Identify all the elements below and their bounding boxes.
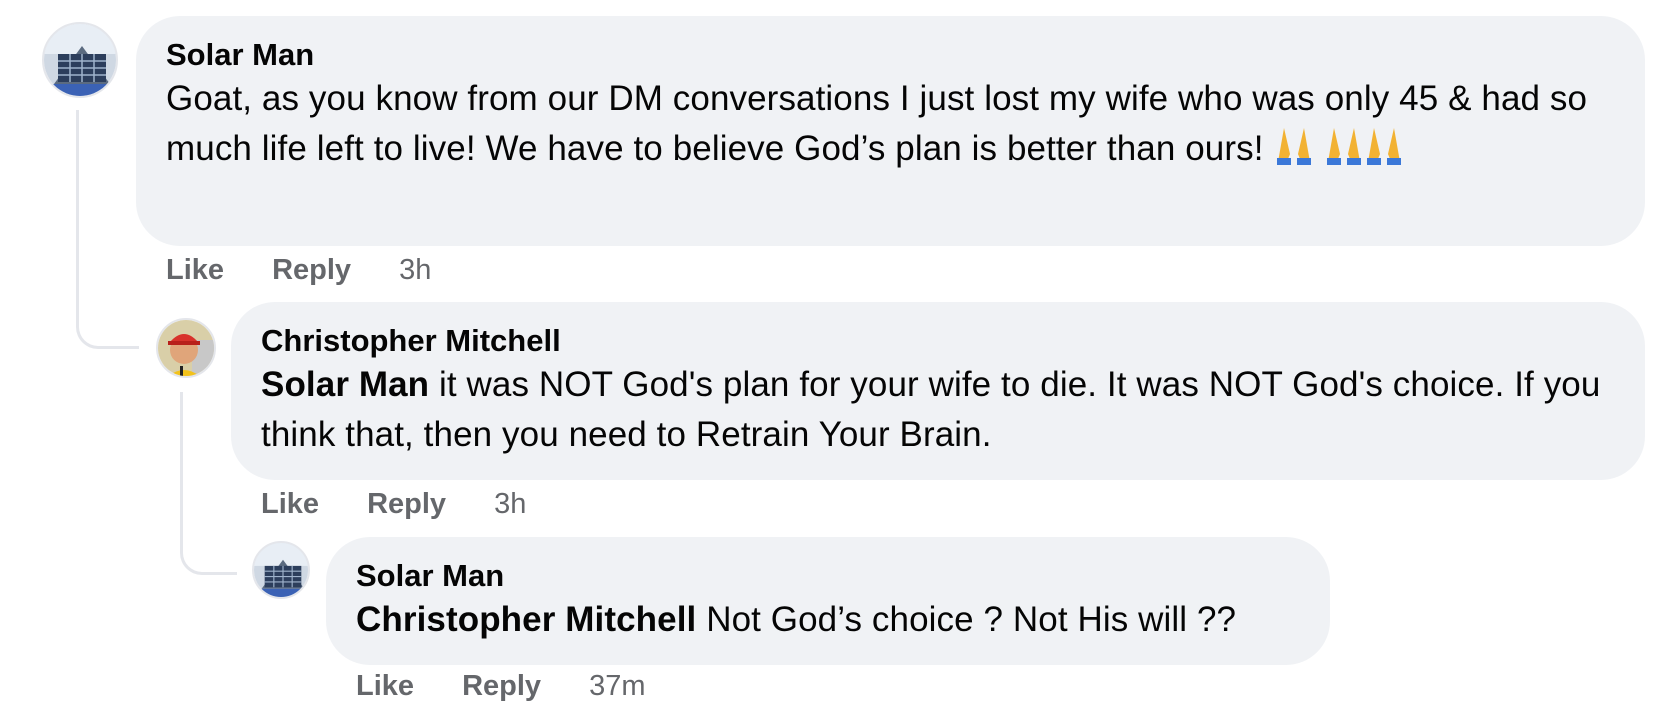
comment-timestamp[interactable]: 3h: [399, 252, 431, 288]
person-avatar-image: [158, 320, 214, 376]
comment-actions: Like Reply 3h: [261, 486, 526, 522]
avatar[interactable]: [42, 22, 118, 98]
comment-body: Not God’s choice ? Not His will ??: [696, 600, 1237, 639]
reply-button[interactable]: Reply: [462, 668, 541, 704]
comment-actions: Like Reply 3h: [166, 252, 431, 288]
avatar[interactable]: [156, 318, 216, 378]
comment-author[interactable]: Solar Man: [356, 557, 1302, 595]
reply-button[interactable]: Reply: [272, 252, 351, 288]
comment-author[interactable]: Christopher Mitchell: [261, 322, 1617, 360]
reply-bubble: Solar Man Christopher Mitchell Not God’s…: [326, 537, 1330, 665]
thread-line-2: [180, 392, 237, 575]
comment-text: Goat, as you know from our DM conversati…: [166, 74, 1617, 180]
solar-panel-avatar-image: [254, 543, 308, 597]
pray-emoji-icon: [1364, 124, 1404, 180]
comment-actions: Like Reply 37m: [356, 668, 646, 704]
mention-link[interactable]: Solar Man: [261, 365, 429, 404]
comment-text: Christopher Mitchell Not God’s choice ? …: [356, 595, 1302, 645]
solar-panel-avatar-image: [44, 24, 116, 96]
pray-emoji-icon: [1274, 124, 1314, 180]
reply-bubble: Christopher Mitchell Solar Man it was NO…: [231, 302, 1645, 480]
thread-line-1: [76, 110, 139, 349]
reply-button[interactable]: Reply: [367, 486, 446, 522]
comment-text: Solar Man it was NOT God's plan for your…: [261, 360, 1617, 460]
mention-link[interactable]: Christopher Mitchell: [356, 600, 696, 639]
like-button[interactable]: Like: [356, 668, 414, 704]
comment-timestamp[interactable]: 37m: [589, 668, 645, 704]
pray-emoji-icon: [1324, 124, 1364, 180]
like-button[interactable]: Like: [166, 252, 224, 288]
avatar[interactable]: [252, 541, 310, 599]
comment-author[interactable]: Solar Man: [166, 36, 1617, 74]
comment-bubble: Solar Man Goat, as you know from our DM …: [136, 16, 1645, 246]
comment-body: it was NOT God's plan for your wife to d…: [261, 365, 1601, 454]
comment-timestamp[interactable]: 3h: [494, 486, 526, 522]
like-button[interactable]: Like: [261, 486, 319, 522]
